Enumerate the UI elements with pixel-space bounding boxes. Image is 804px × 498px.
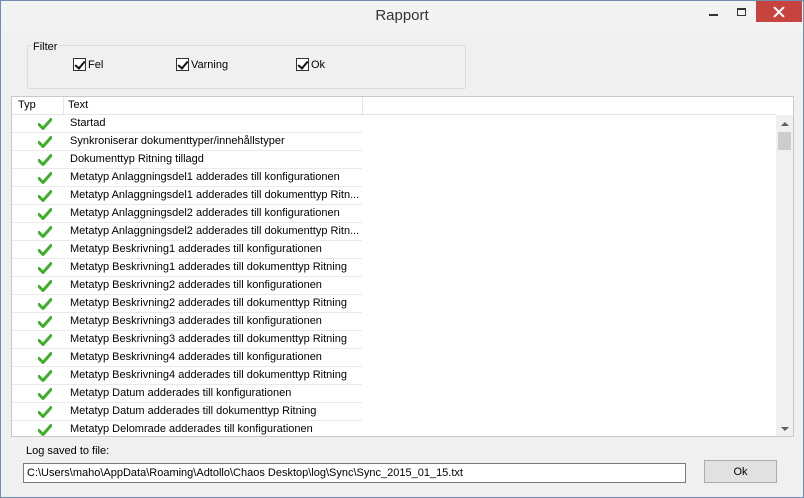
list-item-text: Metatyp Beskrivning2 adderades till konf…	[70, 279, 322, 291]
check-ok-icon	[38, 244, 52, 256]
checkbox-varning-box[interactable]	[176, 58, 189, 71]
minimize-icon	[708, 13, 718, 16]
window-title: Rapport	[375, 7, 429, 24]
list-item-text: Metatyp Beskrivning4 adderades till doku…	[70, 369, 347, 381]
list-header: Typ Text	[12, 97, 776, 115]
filter-legend: Filter	[32, 41, 59, 53]
log-label: Log saved to file:	[26, 445, 110, 457]
list-item-text: Metatyp Beskrivning4 adderades till konf…	[70, 351, 322, 363]
check-ok-icon	[38, 136, 52, 148]
list-rows: Startad Synkroniserar dokumenttyper/inneh…	[12, 115, 776, 436]
check-ok-icon	[38, 154, 52, 166]
title-bar: Rapport	[1, 1, 803, 31]
list-item-text: Metatyp Beskrivning3 adderades till doku…	[70, 333, 347, 345]
list-item[interactable]: Metatyp Beskrivning4 adderades till doku…	[12, 367, 776, 385]
check-ok-icon	[38, 370, 52, 382]
check-ok-icon	[38, 334, 52, 346]
list-item-text: Metatyp Beskrivning1 adderades till konf…	[70, 243, 322, 255]
check-ok-icon	[38, 298, 52, 310]
list-item[interactable]: Metatyp Beskrivning1 adderades till konf…	[12, 241, 776, 259]
checkbox-fel[interactable]: Fel	[73, 58, 103, 71]
list-item[interactable]: Metatyp Beskrivning3 adderades till doku…	[12, 331, 776, 349]
list-item[interactable]: Metatyp Anlaggningsdel2 adderades till k…	[12, 205, 776, 223]
close-button[interactable]	[756, 1, 802, 22]
maximize-button[interactable]	[728, 1, 754, 22]
checkbox-fel-label: Fel	[88, 58, 104, 71]
close-icon	[773, 6, 785, 18]
ok-button[interactable]: Ok	[704, 460, 777, 483]
column-divider[interactable]	[362, 97, 363, 114]
check-ok-icon	[38, 226, 52, 238]
column-header-text[interactable]: Text	[68, 99, 88, 111]
list-item[interactable]: Metatyp Anlaggningsdel2 adderades till d…	[12, 223, 776, 241]
checkbox-ok-label: Ok	[311, 58, 326, 71]
maximize-icon	[736, 7, 746, 16]
list-item-text: Startad	[70, 117, 106, 129]
check-ok-icon	[38, 118, 52, 130]
checkbox-fel-box[interactable]	[73, 58, 86, 71]
check-ok-icon	[38, 424, 52, 436]
list-item-text: Metatyp Anlaggningsdel2 adderades till d…	[70, 225, 360, 237]
column-divider[interactable]	[63, 97, 64, 114]
minimize-button[interactable]	[698, 1, 728, 22]
list-item[interactable]: Dokumenttyp Ritning tillagd	[12, 151, 776, 169]
list-item-text: Metatyp Anlaggningsdel1 adderades till d…	[70, 189, 360, 201]
log-path-field[interactable]	[23, 463, 686, 483]
list-item[interactable]: Metatyp Anlaggningsdel1 adderades till k…	[12, 169, 776, 187]
list-item-text: Metatyp Beskrivning2 adderades till doku…	[70, 297, 347, 309]
check-ok-icon	[38, 280, 52, 292]
arrow-down-icon	[780, 426, 789, 431]
list-item[interactable]: Metatyp Datum adderades till konfigurati…	[12, 385, 776, 403]
list-item[interactable]: Startad	[12, 115, 776, 133]
rapport-dialog: Rapport Filter Fel Varning Ok Typ Text S…	[0, 0, 804, 498]
check-ok-icon	[38, 172, 52, 184]
report-list[interactable]: Typ Text Startad Synkroniserar dokumentty…	[11, 96, 794, 437]
list-item-text: Metatyp Anlaggningsdel1 adderades till k…	[70, 171, 340, 183]
filter-group: Filter Fel Varning Ok	[27, 41, 466, 89]
list-item-text: Dokumenttyp Ritning tillagd	[70, 153, 204, 165]
checkbox-varning-label: Varning	[191, 58, 229, 71]
checkbox-varning[interactable]: Varning	[176, 58, 228, 71]
checkbox-ok[interactable]: Ok	[296, 58, 325, 71]
list-item-text: Metatyp Beskrivning1 adderades till doku…	[70, 261, 347, 273]
check-ok-icon	[38, 190, 52, 202]
list-item[interactable]: Metatyp Anlaggningsdel1 adderades till d…	[12, 187, 776, 205]
list-item-text: Metatyp Beskrivning3 adderades till konf…	[70, 315, 322, 327]
scroll-down-button[interactable]	[776, 420, 793, 436]
check-ok-icon	[38, 406, 52, 418]
list-item-text: Metatyp Datum adderades till dokumenttyp…	[70, 405, 317, 417]
list-item-text: Metatyp Delomrade adderades till konfigu…	[70, 423, 313, 435]
list-item[interactable]: Metatyp Datum adderades till dokumenttyp…	[12, 403, 776, 421]
list-item-text: Synkroniserar dokumenttyper/innehållstyp…	[70, 135, 285, 147]
list-item[interactable]: Metatyp Delomrade adderades till konfigu…	[12, 421, 776, 436]
list-item[interactable]: Metatyp Beskrivning1 adderades till doku…	[12, 259, 776, 277]
checkbox-ok-box[interactable]	[296, 58, 309, 71]
list-item-text: Metatyp Anlaggningsdel2 adderades till k…	[70, 207, 340, 219]
vertical-scrollbar[interactable]	[776, 115, 793, 436]
check-ok-icon	[38, 388, 52, 400]
check-ok-icon	[38, 316, 52, 328]
list-item-text: Metatyp Datum adderades till konfigurati…	[70, 387, 292, 399]
list-item[interactable]: Metatyp Beskrivning4 adderades till konf…	[12, 349, 776, 367]
list-item[interactable]: Synkroniserar dokumenttyper/innehållstyp…	[12, 133, 776, 151]
arrow-up-icon	[780, 121, 789, 126]
list-item[interactable]: Metatyp Beskrivning3 adderades till konf…	[12, 313, 776, 331]
check-ok-icon	[38, 262, 52, 274]
column-header-typ[interactable]: Typ	[18, 99, 36, 111]
check-ok-icon	[38, 352, 52, 364]
list-item[interactable]: Metatyp Beskrivning2 adderades till konf…	[12, 277, 776, 295]
check-ok-icon	[38, 208, 52, 220]
scroll-up-button[interactable]	[776, 115, 793, 132]
scroll-thumb[interactable]	[778, 132, 791, 150]
list-item[interactable]: Metatyp Beskrivning2 adderades till doku…	[12, 295, 776, 313]
